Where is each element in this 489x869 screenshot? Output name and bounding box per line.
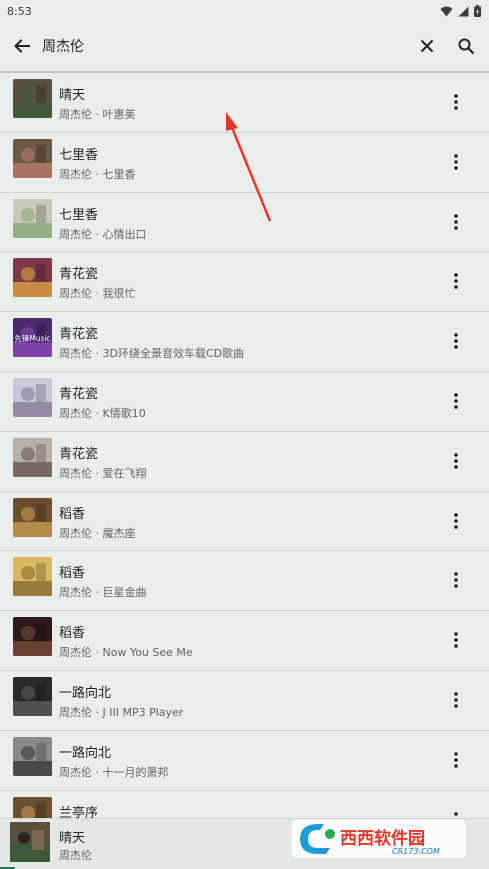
song-title: 青花瓷 xyxy=(59,386,99,402)
album-art xyxy=(13,437,52,477)
album-art xyxy=(13,676,52,716)
now-playing-artist: 周杰伦 xyxy=(59,849,92,862)
song-artist-album: 周杰伦 · 我很忙 xyxy=(59,287,136,301)
more-options-button[interactable] xyxy=(446,749,466,771)
battery-icon xyxy=(474,5,481,17)
song-row[interactable]: 稻香周杰伦 · Now You See Me xyxy=(0,611,489,671)
album-art xyxy=(13,736,52,776)
search-input[interactable]: 周杰伦 xyxy=(42,36,84,56)
wifi-icon xyxy=(440,6,453,16)
more-vert-icon xyxy=(454,692,458,708)
more-options-button[interactable] xyxy=(446,91,466,113)
more-options-button[interactable] xyxy=(446,629,466,651)
song-row[interactable]: 青花瓷周杰伦 · 我很忙 xyxy=(0,252,489,313)
back-button[interactable] xyxy=(10,34,34,58)
more-vert-icon xyxy=(454,213,458,230)
song-row[interactable]: 青花瓷周杰伦 · 爱在飞翔 xyxy=(0,432,489,492)
song-title: 青花瓷 xyxy=(59,327,99,343)
watermark-logo: 西西软件园 CR173.COM xyxy=(292,820,466,858)
more-vert-icon xyxy=(454,512,458,529)
song-title: 七里香 xyxy=(59,207,99,223)
more-vert-icon xyxy=(454,452,458,469)
song-row[interactable]: 稻香周杰伦 · 巨星金曲 xyxy=(0,551,489,612)
song-title: 稻香 xyxy=(59,626,86,642)
album-art xyxy=(13,557,52,597)
more-options-button[interactable] xyxy=(446,330,466,352)
song-artist-album: 周杰伦 · J III MP3 Player xyxy=(59,705,184,719)
song-title: 一路向北 xyxy=(59,745,112,761)
signal-icon xyxy=(458,6,469,16)
song-artist-album: 周杰伦 · K情歌10 xyxy=(59,406,146,420)
more-vert-icon xyxy=(454,632,458,648)
song-artist-album: 周杰伦 · Now You See Me xyxy=(59,646,193,660)
album-art xyxy=(13,198,52,238)
song-title: 青花瓷 xyxy=(59,267,99,283)
album-art xyxy=(13,617,52,657)
album-art xyxy=(13,79,52,118)
album-art xyxy=(13,138,52,178)
more-options-button[interactable] xyxy=(446,450,466,472)
arrow-back-icon xyxy=(14,39,30,53)
song-row[interactable]: 晴天周杰伦 · 叶惠美 xyxy=(0,73,489,133)
song-artist-album: 周杰伦 · 心情出口 xyxy=(59,227,147,241)
album-art xyxy=(13,796,52,818)
more-options-button[interactable] xyxy=(446,510,466,532)
more-options-button[interactable] xyxy=(446,689,466,711)
album-art-text: 先锋Music xyxy=(14,333,50,343)
album-art xyxy=(13,258,52,298)
status-bar: 8:53 xyxy=(0,0,489,22)
watermark-url: CR173.COM xyxy=(392,847,440,856)
more-vert-icon xyxy=(454,751,458,768)
song-title: 晴天 xyxy=(59,88,86,103)
song-artist-album: 周杰伦 · 七里香 xyxy=(59,167,136,181)
more-vert-icon xyxy=(454,572,458,589)
song-row[interactable]: 青花瓷周杰伦 · K情歌10 xyxy=(0,372,489,432)
song-row[interactable]: 兰亭序周杰伦 · 魔杰座 xyxy=(0,791,489,818)
song-title: 稻香 xyxy=(59,506,86,522)
status-time: 8:53 xyxy=(7,4,32,18)
search-button[interactable] xyxy=(454,34,478,58)
song-list[interactable]: 晴天 周杰伦 · 叶惠美 七里香 周杰伦 · 七里香 七里香 周杰伦 · 心情出口 青花瓷周… xyxy=(0,73,489,818)
now-playing-title: 晴天 xyxy=(59,831,86,846)
more-options-button[interactable] xyxy=(446,569,466,591)
song-row[interactable]: 七里香周杰伦 · 七里香 xyxy=(0,133,489,193)
album-art: 先锋Music xyxy=(13,318,52,358)
song-row[interactable]: 一路向北周杰伦 · J III MP3 Player xyxy=(0,671,489,731)
song-artist-album: 周杰伦 · 魔杰座 xyxy=(59,526,136,540)
song-row[interactable]: 先锋Music 青花瓷周杰伦 · 3D环绕全景音效车载CD歌曲 xyxy=(0,312,489,372)
song-title: 一路向北 xyxy=(59,685,112,701)
search-icon xyxy=(458,38,474,54)
status-icons xyxy=(440,5,481,17)
song-title: 兰亭序 xyxy=(59,805,99,818)
search-bar: 周杰伦 xyxy=(0,22,489,70)
song-artist-album: 周杰伦 · 巨星金曲 xyxy=(59,586,147,600)
song-artist-album: 周杰伦 · 爱在飞翔 xyxy=(59,466,147,480)
clear-search-button[interactable] xyxy=(415,34,439,58)
song-row[interactable]: 一路向北周杰伦 · 十一月的萧邦 xyxy=(0,731,489,791)
more-vert-icon xyxy=(454,153,458,170)
song-artist-album: 周杰伦 · 3D环绕全景音效车载CD歌曲 xyxy=(59,347,245,361)
more-options-button[interactable] xyxy=(446,151,466,173)
song-title: 稻香 xyxy=(59,566,86,582)
song-row[interactable]: 稻香周杰伦 · 魔杰座 xyxy=(0,492,489,552)
more-vert-icon xyxy=(454,333,458,349)
song-title: 七里香 xyxy=(59,147,99,163)
more-vert-icon xyxy=(454,273,458,290)
more-options-button[interactable] xyxy=(446,270,466,292)
more-options-button[interactable] xyxy=(446,211,466,233)
song-title: 青花瓷 xyxy=(59,446,99,462)
album-art xyxy=(13,377,52,417)
close-icon xyxy=(420,39,434,53)
more-vert-icon xyxy=(454,94,458,110)
song-artist-album: 周杰伦 · 十一月的萧邦 xyxy=(59,765,169,779)
now-playing-album-art xyxy=(10,822,50,862)
song-artist-album: 周杰伦 · 叶惠美 xyxy=(59,108,136,121)
watermark-brand: 西西软件园 xyxy=(340,828,425,849)
more-options-button[interactable] xyxy=(446,390,466,412)
more-vert-icon xyxy=(454,393,458,409)
album-art xyxy=(13,497,52,537)
song-row[interactable]: 七里香周杰伦 · 心情出口 xyxy=(0,193,489,253)
